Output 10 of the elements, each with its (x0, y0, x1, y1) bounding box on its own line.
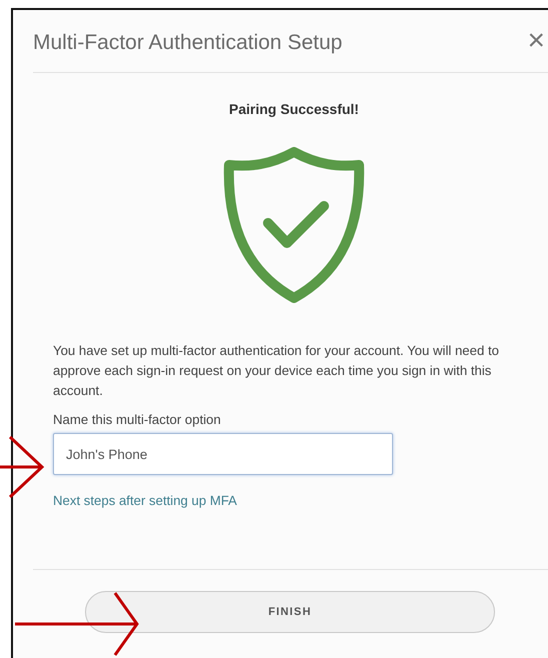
shield-check-icon (223, 147, 365, 303)
next-steps-link[interactable]: Next steps after setting up MFA (53, 493, 237, 508)
dialog-title: Multi-Factor Authentication Setup (33, 30, 342, 55)
name-input-field[interactable]: John's Phone (53, 433, 393, 475)
success-heading: Pairing Successful! (228, 101, 360, 117)
confirmation-message: You have set up multi-factor authentication for your account. You will need to approve each sign-in request on your device each time you sign in with this account. (53, 342, 500, 400)
annotation-arrow (0, 437, 44, 499)
finish-button[interactable]: FINISH (85, 591, 495, 633)
field-label: Name this multi-factor option (53, 412, 222, 427)
close-button[interactable]: × (527, 26, 545, 56)
